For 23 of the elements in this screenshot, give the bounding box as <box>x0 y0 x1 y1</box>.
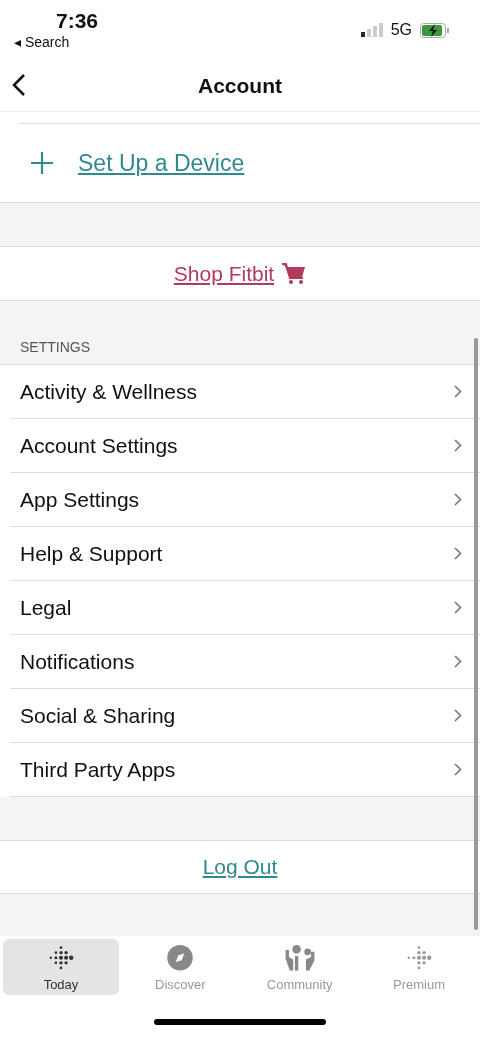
chevron-right-icon <box>454 547 462 560</box>
status-time: 7:36 <box>56 8 99 34</box>
network-label: 5G <box>390 20 412 40</box>
chevron-right-icon <box>454 601 462 614</box>
shop-link[interactable]: Shop Fitbit <box>173 257 275 290</box>
chevron-right-icon <box>454 655 462 668</box>
tab-button[interactable]: Today <box>3 939 119 995</box>
back-icon[interactable] <box>12 73 26 97</box>
chevron-right-icon <box>454 385 462 398</box>
set-up-device-link[interactable]: Set Up a Device <box>78 145 245 181</box>
chevron-right-icon <box>454 763 462 776</box>
chevron-right-icon <box>454 709 462 722</box>
signal-icon <box>360 23 383 37</box>
log-out-link[interactable]: Log Out <box>202 851 278 883</box>
chevron-right-icon <box>454 493 462 506</box>
back-to-search-link[interactable]: ◂ Search <box>14 34 99 50</box>
chevron-right-icon <box>454 439 462 452</box>
plus-icon[interactable] <box>30 151 54 175</box>
section-heading: SETTINGS <box>19 338 91 357</box>
battery-charging-icon <box>420 22 450 38</box>
compass-icon <box>165 945 196 971</box>
page-title: Account <box>198 72 282 99</box>
cart-icon[interactable] <box>282 262 307 285</box>
